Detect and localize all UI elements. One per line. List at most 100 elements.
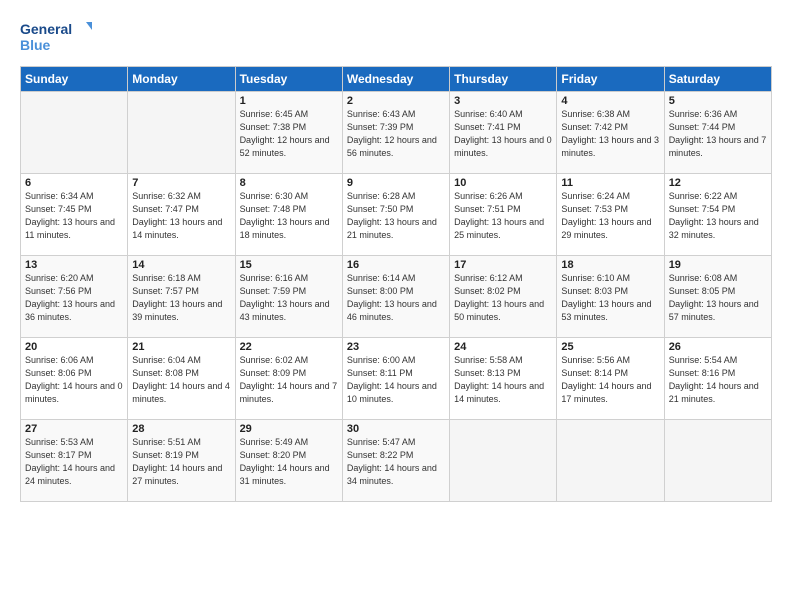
day-info: Sunrise: 5:49 AM Sunset: 8:20 PM Dayligh… [240,436,338,488]
weekday-header-friday: Friday [557,67,664,92]
day-number: 25 [561,341,659,353]
logo: General Blue [20,18,92,56]
day-info: Sunrise: 6:40 AM Sunset: 7:41 PM Dayligh… [454,108,552,160]
weekday-header-monday: Monday [128,67,235,92]
day-cell: 15Sunrise: 6:16 AM Sunset: 7:59 PM Dayli… [235,256,342,338]
day-number: 28 [132,423,230,435]
day-cell: 1Sunrise: 6:45 AM Sunset: 7:38 PM Daylig… [235,92,342,174]
day-cell: 8Sunrise: 6:30 AM Sunset: 7:48 PM Daylig… [235,174,342,256]
day-number: 11 [561,177,659,189]
day-cell: 18Sunrise: 6:10 AM Sunset: 8:03 PM Dayli… [557,256,664,338]
day-cell: 17Sunrise: 6:12 AM Sunset: 8:02 PM Dayli… [450,256,557,338]
weekday-header-sunday: Sunday [21,67,128,92]
day-info: Sunrise: 6:45 AM Sunset: 7:38 PM Dayligh… [240,108,338,160]
day-info: Sunrise: 6:06 AM Sunset: 8:06 PM Dayligh… [25,354,123,406]
day-number: 15 [240,259,338,271]
day-info: Sunrise: 5:56 AM Sunset: 8:14 PM Dayligh… [561,354,659,406]
day-number: 21 [132,341,230,353]
day-cell: 12Sunrise: 6:22 AM Sunset: 7:54 PM Dayli… [664,174,771,256]
day-number: 18 [561,259,659,271]
day-number: 24 [454,341,552,353]
day-cell: 27Sunrise: 5:53 AM Sunset: 8:17 PM Dayli… [21,420,128,502]
day-number: 1 [240,95,338,107]
day-cell: 6Sunrise: 6:34 AM Sunset: 7:45 PM Daylig… [21,174,128,256]
day-info: Sunrise: 5:47 AM Sunset: 8:22 PM Dayligh… [347,436,445,488]
day-info: Sunrise: 5:53 AM Sunset: 8:17 PM Dayligh… [25,436,123,488]
day-number: 6 [25,177,123,189]
day-info: Sunrise: 6:12 AM Sunset: 8:02 PM Dayligh… [454,272,552,324]
day-number: 7 [132,177,230,189]
week-row-2: 6Sunrise: 6:34 AM Sunset: 7:45 PM Daylig… [21,174,772,256]
week-row-3: 13Sunrise: 6:20 AM Sunset: 7:56 PM Dayli… [21,256,772,338]
day-cell: 25Sunrise: 5:56 AM Sunset: 8:14 PM Dayli… [557,338,664,420]
day-info: Sunrise: 6:22 AM Sunset: 7:54 PM Dayligh… [669,190,767,242]
day-info: Sunrise: 5:51 AM Sunset: 8:19 PM Dayligh… [132,436,230,488]
day-number: 16 [347,259,445,271]
day-info: Sunrise: 6:14 AM Sunset: 8:00 PM Dayligh… [347,272,445,324]
day-cell: 9Sunrise: 6:28 AM Sunset: 7:50 PM Daylig… [342,174,449,256]
day-cell: 28Sunrise: 5:51 AM Sunset: 8:19 PM Dayli… [128,420,235,502]
day-info: Sunrise: 5:54 AM Sunset: 8:16 PM Dayligh… [669,354,767,406]
day-number: 17 [454,259,552,271]
week-row-5: 27Sunrise: 5:53 AM Sunset: 8:17 PM Dayli… [21,420,772,502]
day-number: 22 [240,341,338,353]
day-info: Sunrise: 6:20 AM Sunset: 7:56 PM Dayligh… [25,272,123,324]
day-info: Sunrise: 5:58 AM Sunset: 8:13 PM Dayligh… [454,354,552,406]
day-info: Sunrise: 6:02 AM Sunset: 8:09 PM Dayligh… [240,354,338,406]
day-info: Sunrise: 6:00 AM Sunset: 8:11 PM Dayligh… [347,354,445,406]
day-number: 2 [347,95,445,107]
day-cell: 26Sunrise: 5:54 AM Sunset: 8:16 PM Dayli… [664,338,771,420]
day-cell: 30Sunrise: 5:47 AM Sunset: 8:22 PM Dayli… [342,420,449,502]
calendar-table: SundayMondayTuesdayWednesdayThursdayFrid… [20,66,772,502]
day-number: 12 [669,177,767,189]
day-cell: 2Sunrise: 6:43 AM Sunset: 7:39 PM Daylig… [342,92,449,174]
day-cell: 29Sunrise: 5:49 AM Sunset: 8:20 PM Dayli… [235,420,342,502]
day-cell: 11Sunrise: 6:24 AM Sunset: 7:53 PM Dayli… [557,174,664,256]
day-info: Sunrise: 6:10 AM Sunset: 8:03 PM Dayligh… [561,272,659,324]
week-row-1: 1Sunrise: 6:45 AM Sunset: 7:38 PM Daylig… [21,92,772,174]
day-number: 10 [454,177,552,189]
week-row-4: 20Sunrise: 6:06 AM Sunset: 8:06 PM Dayli… [21,338,772,420]
day-number: 14 [132,259,230,271]
day-number: 23 [347,341,445,353]
day-number: 30 [347,423,445,435]
day-info: Sunrise: 6:36 AM Sunset: 7:44 PM Dayligh… [669,108,767,160]
day-cell [557,420,664,502]
day-cell: 7Sunrise: 6:32 AM Sunset: 7:47 PM Daylig… [128,174,235,256]
day-number: 4 [561,95,659,107]
day-info: Sunrise: 6:32 AM Sunset: 7:47 PM Dayligh… [132,190,230,242]
day-cell: 4Sunrise: 6:38 AM Sunset: 7:42 PM Daylig… [557,92,664,174]
day-number: 26 [669,341,767,353]
day-info: Sunrise: 6:30 AM Sunset: 7:48 PM Dayligh… [240,190,338,242]
page: General Blue SundayMondayTuesdayWednesda… [0,0,792,612]
day-info: Sunrise: 6:16 AM Sunset: 7:59 PM Dayligh… [240,272,338,324]
day-cell [450,420,557,502]
weekday-header-tuesday: Tuesday [235,67,342,92]
day-info: Sunrise: 6:04 AM Sunset: 8:08 PM Dayligh… [132,354,230,406]
day-cell: 14Sunrise: 6:18 AM Sunset: 7:57 PM Dayli… [128,256,235,338]
day-info: Sunrise: 6:26 AM Sunset: 7:51 PM Dayligh… [454,190,552,242]
day-cell: 10Sunrise: 6:26 AM Sunset: 7:51 PM Dayli… [450,174,557,256]
day-info: Sunrise: 6:08 AM Sunset: 8:05 PM Dayligh… [669,272,767,324]
header: General Blue [20,18,772,56]
day-info: Sunrise: 6:18 AM Sunset: 7:57 PM Dayligh… [132,272,230,324]
day-number: 27 [25,423,123,435]
day-cell: 13Sunrise: 6:20 AM Sunset: 7:56 PM Dayli… [21,256,128,338]
day-cell: 16Sunrise: 6:14 AM Sunset: 8:00 PM Dayli… [342,256,449,338]
day-cell [21,92,128,174]
logo-svg: General Blue [20,18,92,56]
day-cell [664,420,771,502]
day-number: 13 [25,259,123,271]
weekday-header-row: SundayMondayTuesdayWednesdayThursdayFrid… [21,67,772,92]
day-cell [128,92,235,174]
day-number: 8 [240,177,338,189]
day-info: Sunrise: 6:43 AM Sunset: 7:39 PM Dayligh… [347,108,445,160]
day-cell: 21Sunrise: 6:04 AM Sunset: 8:08 PM Dayli… [128,338,235,420]
day-cell: 24Sunrise: 5:58 AM Sunset: 8:13 PM Dayli… [450,338,557,420]
day-number: 29 [240,423,338,435]
svg-text:Blue: Blue [20,37,51,53]
day-info: Sunrise: 6:28 AM Sunset: 7:50 PM Dayligh… [347,190,445,242]
day-cell: 19Sunrise: 6:08 AM Sunset: 8:05 PM Dayli… [664,256,771,338]
day-info: Sunrise: 6:24 AM Sunset: 7:53 PM Dayligh… [561,190,659,242]
weekday-header-thursday: Thursday [450,67,557,92]
